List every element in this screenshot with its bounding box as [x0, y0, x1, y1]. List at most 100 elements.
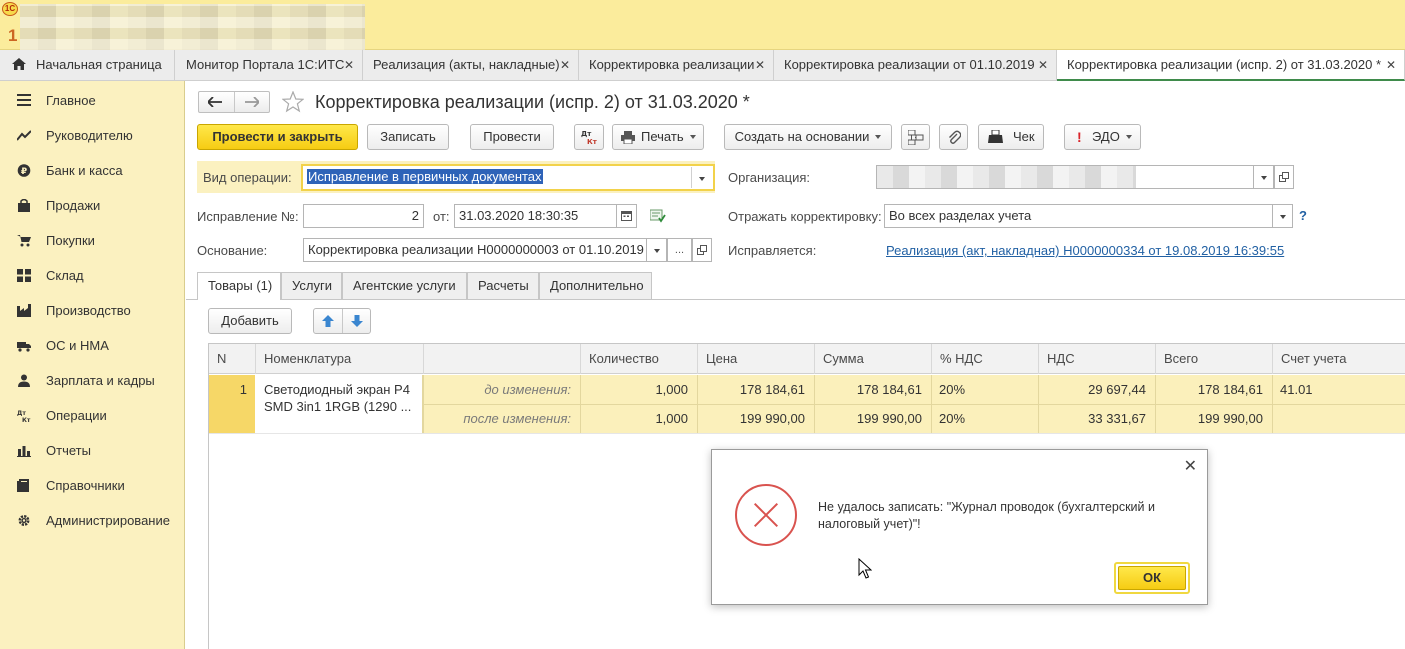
- post-and-close-button[interactable]: Провести и закрыть: [197, 124, 358, 150]
- col-price[interactable]: Цена: [697, 344, 814, 374]
- sidebar-item-operations[interactable]: Дт Кт Операции: [0, 398, 185, 433]
- chevron-down-icon[interactable]: [1253, 166, 1273, 188]
- col-account[interactable]: Счет учета: [1272, 344, 1405, 374]
- chevron-down-icon[interactable]: [1272, 205, 1292, 227]
- col-quantity[interactable]: Количество: [580, 344, 697, 374]
- post-button[interactable]: Провести: [470, 124, 554, 150]
- sidebar-item-catalogs[interactable]: Справочники: [0, 468, 185, 503]
- chevron-down-icon: [875, 135, 882, 139]
- arrow-up-icon[interactable]: [321, 314, 335, 328]
- chevron-down-icon[interactable]: [691, 167, 712, 188]
- help-icon[interactable]: ?: [1299, 208, 1307, 223]
- attachments-button[interactable]: [939, 124, 968, 150]
- edo-button[interactable]: ! ЭДО: [1064, 124, 1141, 150]
- create-based-on-button[interactable]: Создать на основании: [724, 124, 892, 150]
- organization-field[interactable]: [876, 165, 1274, 189]
- sections-sidebar: Главное Руководителю ₽ Банк и касса Прод…: [0, 81, 185, 649]
- col-vat-rate[interactable]: % НДС: [931, 344, 1038, 374]
- sidebar-item-label: Отчеты: [46, 443, 91, 458]
- sidebar-item-salary[interactable]: Зарплата и кадры: [0, 363, 185, 398]
- sidebar-item-production[interactable]: Производство: [0, 293, 185, 328]
- favorite-star-icon[interactable]: [282, 91, 304, 113]
- col-sum[interactable]: Сумма: [814, 344, 931, 374]
- tab-services[interactable]: Услуги: [281, 272, 342, 299]
- col-n[interactable]: N: [209, 344, 255, 374]
- col-total[interactable]: Всего: [1155, 344, 1272, 374]
- correction-number-input[interactable]: 2: [303, 204, 424, 228]
- paperclip-icon: [949, 130, 961, 144]
- basis-choose-button[interactable]: ...: [667, 238, 692, 262]
- sidebar-item-fixed-assets[interactable]: ОС и НМА: [0, 328, 185, 363]
- vat-after: 33 331,67: [1088, 411, 1146, 426]
- chevron-down-icon[interactable]: [646, 239, 666, 261]
- truck-icon: [17, 342, 31, 352]
- structure-button[interactable]: [901, 124, 930, 150]
- corrected-doc-link[interactable]: Реализация (акт, накладная) Н0000000334 …: [886, 243, 1284, 258]
- price-before: 178 184,61: [739, 382, 805, 397]
- create-based-on-label: Создать на основании: [734, 129, 870, 144]
- close-icon[interactable]: ✕: [1386, 50, 1396, 80]
- arrow-down-icon[interactable]: [350, 314, 364, 328]
- print-button[interactable]: Печать: [612, 124, 704, 150]
- structure-icon: [908, 130, 924, 145]
- sidebar-item-administration[interactable]: Администрирование: [0, 503, 185, 538]
- basis-select[interactable]: Корректировка реализации Н0000000003 от …: [303, 238, 667, 262]
- tab-sales-correction-2020-active[interactable]: Корректировка реализации (испр. 2) от 31…: [1057, 50, 1405, 81]
- tab-goods[interactable]: Товары (1): [197, 272, 281, 300]
- tab-its-monitor[interactable]: Монитор Портала 1С:ИТС ✕: [175, 50, 363, 81]
- sidebar-item-main[interactable]: Главное: [0, 83, 185, 118]
- close-icon[interactable]: ✕: [1038, 50, 1048, 80]
- dtkt-button[interactable]: Дт Кт: [574, 124, 604, 150]
- tab-sales-correction[interactable]: Корректировка реализации ✕: [579, 50, 774, 81]
- open-organization-button[interactable]: [1274, 165, 1294, 189]
- close-icon[interactable]: ✕: [755, 50, 765, 80]
- state-after: после изменения:: [463, 411, 571, 426]
- tab-sales-correction-2019[interactable]: Корректировка реализации от 01.10.2019 ✕: [774, 50, 1057, 81]
- menu-icon: [17, 94, 31, 106]
- book-icon: [17, 479, 29, 492]
- arrow-right-icon[interactable]: [245, 97, 259, 107]
- receipt-button[interactable]: Чек: [978, 124, 1044, 150]
- close-icon[interactable]: ✕: [560, 50, 570, 80]
- doc-tabs-baseline: [186, 299, 1405, 300]
- tab-agent-services[interactable]: Агентские услуги: [342, 272, 467, 299]
- tab-home[interactable]: Начальная страница: [0, 50, 175, 81]
- qty-after: 1,000: [655, 411, 688, 426]
- sidebar-item-bank[interactable]: ₽ Банк и касса: [0, 153, 185, 188]
- close-icon[interactable]: ✕: [1184, 456, 1197, 476]
- add-row-button[interactable]: Добавить: [208, 308, 292, 334]
- sidebar-item-purchases[interactable]: Покупки: [0, 223, 185, 258]
- arrow-left-icon[interactable]: [208, 97, 222, 107]
- col-nomenclature[interactable]: Номенклатура: [255, 344, 423, 374]
- person-icon: [18, 374, 30, 387]
- sidebar-item-warehouse[interactable]: Склад: [0, 258, 185, 293]
- sidebar-item-director[interactable]: Руководителю: [0, 118, 185, 153]
- reflect-correction-select[interactable]: Во всех разделах учета: [884, 204, 1293, 228]
- error-message: Не удалось записать: "Журнал проводок (б…: [818, 500, 1155, 531]
- close-icon[interactable]: ✕: [344, 50, 354, 80]
- error-icon: [735, 484, 797, 546]
- svg-text:Кт: Кт: [22, 417, 31, 422]
- gear-icon: [18, 515, 30, 526]
- tab-settlements[interactable]: Расчеты: [467, 272, 539, 299]
- mouse-pointer-icon: [858, 558, 872, 579]
- sidebar-item-label: Покупки: [46, 233, 95, 248]
- document-check-icon[interactable]: [650, 209, 666, 223]
- col-vat[interactable]: НДС: [1038, 344, 1155, 374]
- row-split-line: [423, 404, 1405, 405]
- ok-button[interactable]: ОК: [1114, 562, 1190, 594]
- col-state[interactable]: [423, 344, 580, 374]
- total-before: 178 184,61: [1197, 382, 1263, 397]
- sidebar-item-reports[interactable]: Отчеты: [0, 433, 185, 468]
- tab-additional[interactable]: Дополнительно: [539, 272, 652, 299]
- calendar-button[interactable]: [616, 205, 636, 227]
- sidebar-item-sales[interactable]: Продажи: [0, 188, 185, 223]
- sidebar-item-label: Руководителю: [46, 128, 133, 143]
- app-logo-icon[interactable]: 1С: [2, 2, 18, 16]
- date-input[interactable]: 31.03.2020 18:30:35: [454, 204, 637, 228]
- open-basis-button[interactable]: [692, 238, 712, 262]
- tab-sales-acts[interactable]: Реализация (акты, накладные) ✕: [363, 50, 579, 81]
- state-before: до изменения:: [484, 382, 571, 397]
- op-type-select[interactable]: Исправление в первичных документах: [301, 164, 715, 191]
- save-button[interactable]: Записать: [367, 124, 449, 150]
